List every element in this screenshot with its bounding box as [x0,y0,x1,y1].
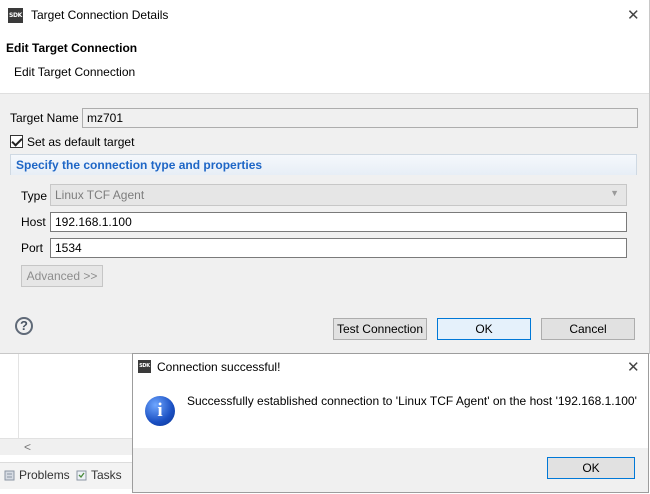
target-name-label: Target Name [10,111,79,125]
connection-success-dialog: SDK Connection successful! ✕ i Successfu… [132,353,649,493]
popup-title: Connection successful! [157,360,281,374]
horizontal-scrollbar[interactable]: < [0,438,132,455]
group-title: Specify the connection type and properti… [16,158,263,172]
bottom-view-tabs: Problems Tasks [0,462,132,489]
tasks-icon [76,470,87,480]
banner-subtitle: Edit Target Connection [14,65,136,79]
type-label: Type [21,189,48,203]
default-target-label[interactable]: Set as default target [27,135,134,149]
dialog-title: Target Connection Details [31,8,169,22]
advanced-button[interactable]: Advanced >> [21,265,103,287]
dialog-titlebar[interactable]: SDK Target Connection Details ✕ [0,0,649,31]
dialog-banner: Edit Target Connection Edit Target Conne… [0,31,649,94]
popup-titlebar[interactable]: SDK Connection successful! ✕ [133,354,648,380]
tab-tasks[interactable]: Tasks [76,468,122,482]
port-input[interactable]: 1534 [50,238,627,258]
tab-problems[interactable]: Problems [4,468,70,482]
type-select[interactable]: Linux TCF Agent ▼ [50,184,627,206]
popup-close-icon[interactable]: ✕ [627,360,640,375]
target-name-field[interactable]: mz701 [82,108,638,128]
default-target-checkbox[interactable] [10,135,23,148]
dialog-close-icon[interactable]: ✕ [627,8,640,23]
help-icon[interactable]: ? [15,317,33,335]
group-header: Specify the connection type and properti… [10,155,637,175]
sdk-app-icon: SDK [138,360,151,373]
cancel-button[interactable]: Cancel [541,318,635,340]
test-connection-button[interactable]: Test Connection [333,318,427,340]
tab-problems-label: Problems [19,468,70,482]
scroll-left-icon[interactable]: < [24,439,31,455]
tab-tasks-label: Tasks [91,468,122,482]
host-input[interactable]: 192.168.1.100 [50,212,627,232]
ok-button[interactable]: OK [437,318,531,340]
sdk-app-icon: SDK [8,8,23,23]
chevron-down-icon: ▼ [610,188,619,198]
popup-message: Successfully established connection to '… [187,394,637,408]
host-label: Host [21,215,46,229]
popup-ok-button[interactable]: OK [547,457,635,479]
port-label: Port [21,241,44,255]
type-select-value: Linux TCF Agent [55,188,145,202]
target-connection-dialog: SDK Target Connection Details ✕ Edit Tar… [0,0,650,354]
editor-gutter [18,354,19,438]
problems-icon [4,470,15,480]
popup-body: i Successfully established connection to… [133,380,648,448]
banner-title: Edit Target Connection [6,41,138,55]
info-icon: i [145,396,175,426]
